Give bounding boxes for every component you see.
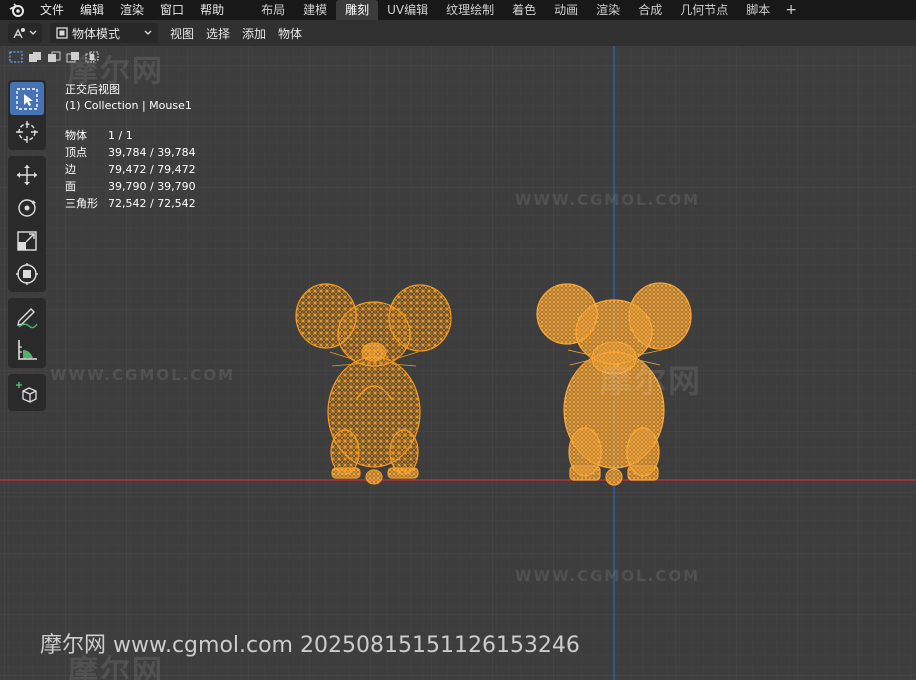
transform-icon[interactable] <box>10 257 44 290</box>
stat-label: 面 <box>65 180 76 193</box>
menu-view[interactable]: 视图 <box>164 25 200 42</box>
object-mode-dropdown[interactable]: 物体模式 <box>50 23 158 43</box>
add-workspace-button[interactable]: + <box>779 0 803 20</box>
tab-geometry-nodes[interactable]: 几何节点 <box>671 0 737 20</box>
select-new-icon[interactable] <box>8 50 24 64</box>
stat-value: 39,790 / 39,790 <box>108 180 196 193</box>
blender-logo-icon[interactable] <box>8 1 26 19</box>
menu-window[interactable]: 窗口 <box>152 0 192 20</box>
tab-uv-editing[interactable]: UV编辑 <box>378 0 437 20</box>
object-mode-icon <box>56 27 68 39</box>
cursor-icon[interactable] <box>10 115 44 148</box>
stat-row-edges: 边 79,472 / 79,472 <box>65 161 196 178</box>
select-invert-icon[interactable] <box>65 50 81 64</box>
viewport-header: 物体模式 视图 选择 添加 物体 <box>0 20 916 46</box>
select-subtract-icon[interactable] <box>46 50 62 64</box>
tab-texture-paint[interactable]: 纹理绘制 <box>437 0 503 20</box>
footer-watermark: 摩尔网 www.cgmol.com 20250815151126153246 <box>40 633 580 658</box>
stat-value: 72,542 / 72,542 <box>108 197 196 210</box>
tab-animation[interactable]: 动画 <box>545 0 587 20</box>
stat-label: 三角形 <box>65 197 98 210</box>
menu-select[interactable]: 选择 <box>200 25 236 42</box>
tab-rendering[interactable]: 渲染 <box>587 0 629 20</box>
menu-object[interactable]: 物体 <box>272 25 308 42</box>
menu-add[interactable]: 添加 <box>236 25 272 42</box>
watermark-brand-2: 摩尔网 <box>600 362 703 400</box>
watermark-site-1: WWW.CGMOL.COM <box>515 191 701 209</box>
stat-label: 物体 <box>65 129 87 142</box>
watermark-site-3: WWW.CGMOL.COM <box>515 567 701 585</box>
top-menu-bar: 文件 编辑 渲染 窗口 帮助 布局 建模 雕刻 UV编辑 纹理绘制 着色 动画 … <box>0 0 916 20</box>
scene-statistics: 物体 1 / 1 顶点 39,784 / 39,784 边 79,472 / 7… <box>65 127 196 212</box>
menu-edit[interactable]: 编辑 <box>72 0 112 20</box>
tab-scripting[interactable]: 脚本 <box>737 0 779 20</box>
watermark-site-2: WWW.CGMOL.COM <box>50 366 236 384</box>
menu-file[interactable]: 文件 <box>32 0 72 20</box>
view-title: 正交后视图 <box>65 83 120 96</box>
scale-icon[interactable] <box>10 224 44 257</box>
stat-row-faces: 面 39,790 / 39,790 <box>65 178 196 195</box>
chevron-down-icon <box>144 30 152 35</box>
tool-group-transform <box>8 156 46 292</box>
stat-row-triangles: 三角形 72,542 / 72,542 <box>65 195 196 212</box>
rotate-icon[interactable] <box>10 191 44 224</box>
stat-row-vertices: 顶点 39,784 / 39,784 <box>65 144 196 161</box>
menu-render[interactable]: 渲染 <box>112 0 152 20</box>
stat-row-objects: 物体 1 / 1 <box>65 127 196 144</box>
stat-value: 79,472 / 79,472 <box>108 163 196 176</box>
tab-compositing[interactable]: 合成 <box>629 0 671 20</box>
stat-label: 边 <box>65 163 76 176</box>
add-cube-icon[interactable] <box>10 376 44 409</box>
move-icon[interactable] <box>10 158 44 191</box>
stat-label: 顶点 <box>65 146 87 159</box>
selection-mode-row <box>8 50 100 64</box>
editor-type-icon <box>13 28 37 39</box>
select-extend-icon[interactable] <box>27 50 43 64</box>
tab-sculpting[interactable]: 雕刻 <box>336 0 379 20</box>
measure-icon[interactable] <box>10 333 44 366</box>
tab-shading[interactable]: 着色 <box>503 0 545 20</box>
collection-label: (1) Collection | Mouse1 <box>65 99 192 112</box>
select-intersect-icon[interactable] <box>84 50 100 64</box>
stat-value: 1 / 1 <box>108 129 133 142</box>
select-box-icon[interactable] <box>10 82 44 115</box>
tool-shelf <box>8 80 46 417</box>
tool-group-select <box>8 80 46 150</box>
annotate-icon[interactable] <box>10 300 44 333</box>
workspace-tabs: 布局 建模 雕刻 UV编辑 纹理绘制 着色 动画 渲染 合成 几何节点 脚本 + <box>252 0 803 20</box>
tool-group-annotate <box>8 298 46 368</box>
stat-value: 39,784 / 39,784 <box>108 146 196 159</box>
tab-modeling[interactable]: 建模 <box>294 0 336 20</box>
menu-help[interactable]: 帮助 <box>192 0 232 20</box>
tool-group-add <box>8 374 46 411</box>
editor-type-button[interactable] <box>8 23 42 43</box>
tab-layout[interactable]: 布局 <box>252 0 294 20</box>
object-mode-label: 物体模式 <box>72 26 121 41</box>
